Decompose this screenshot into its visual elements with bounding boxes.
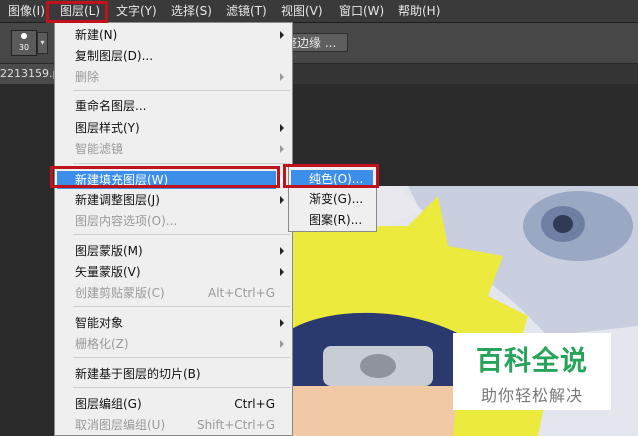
submenu-arrow-icon bbox=[280, 196, 284, 204]
menu-item-new-adjustment-layer[interactable]: 新建调整图层(J) bbox=[75, 192, 160, 208]
brush-size-value: 30 bbox=[18, 43, 30, 52]
brush-preset-picker[interactable]: 30 bbox=[11, 30, 37, 56]
menu-separator bbox=[73, 90, 290, 91]
annotation-highlight-solid-color bbox=[283, 164, 379, 188]
submenu-arrow-icon bbox=[280, 145, 284, 153]
watermark-title: 百科全说 bbox=[476, 346, 588, 377]
menu-view[interactable]: 视图(V) bbox=[281, 3, 323, 19]
menu-item-rename-layer[interactable]: 重命名图层... bbox=[75, 98, 146, 114]
document-tab-label: 2213159.pn bbox=[0, 67, 60, 80]
shortcut-create-clipping-mask: Alt+Ctrl+G bbox=[207, 286, 275, 300]
menu-separator bbox=[73, 387, 290, 388]
menu-select[interactable]: 选择(S) bbox=[171, 3, 212, 19]
submenu-item-pattern[interactable]: 图案(R)... bbox=[309, 212, 362, 228]
document-tab[interactable]: 2213159.pn bbox=[0, 64, 60, 84]
menu-window[interactable]: 窗口(W) bbox=[339, 3, 384, 19]
menu-item-smart-object[interactable]: 智能对象 bbox=[75, 315, 123, 331]
brush-tip-icon bbox=[21, 33, 27, 39]
brush-dropdown-button[interactable]: ▾ bbox=[37, 32, 48, 54]
submenu-arrow-icon bbox=[280, 247, 284, 255]
submenu-arrow-icon bbox=[280, 319, 284, 327]
menu-item-layer-mask[interactable]: 图层蒙版(M) bbox=[75, 243, 143, 259]
menu-item-layer-content-options[interactable]: 图层内容选项(O)... bbox=[75, 213, 177, 229]
submenu-arrow-icon bbox=[280, 73, 284, 81]
menu-item-rasterize[interactable]: 栅格化(Z) bbox=[75, 336, 129, 352]
menu-filter[interactable]: 滤镜(T) bbox=[226, 3, 267, 19]
submenu-item-gradient[interactable]: 渐变(G)... bbox=[309, 191, 363, 207]
shortcut-ungroup-layers: Shift+Ctrl+G bbox=[196, 418, 275, 432]
layer-menu-dropdown: 新建(N) 复制图层(D)... 删除 重命名图层... 图层样式(Y) 智能滤… bbox=[54, 22, 293, 436]
submenu-arrow-icon bbox=[280, 268, 284, 276]
menu-image[interactable]: 图像(I) bbox=[8, 3, 45, 19]
menu-help[interactable]: 帮助(H) bbox=[398, 3, 440, 19]
menu-separator bbox=[73, 163, 290, 164]
menu-item-smart-filter[interactable]: 智能滤镜 bbox=[75, 141, 123, 157]
submenu-arrow-icon bbox=[280, 124, 284, 132]
submenu-arrow-icon bbox=[280, 31, 284, 39]
annotation-highlight-new-fill-layer bbox=[50, 166, 280, 188]
menu-item-new-layer-based-slice[interactable]: 新建基于图层的切片(B) bbox=[75, 366, 201, 382]
annotation-highlight-layer-menu bbox=[46, 1, 108, 23]
menu-item-create-clipping-mask[interactable]: 创建剪贴蒙版(C) bbox=[75, 285, 165, 301]
watermark-subtitle: 助你轻松解决 bbox=[480, 386, 583, 405]
menu-separator bbox=[73, 357, 290, 358]
menu-type[interactable]: 文字(Y) bbox=[116, 3, 157, 19]
menu-item-ungroup-layers[interactable]: 取消图层编组(U) bbox=[75, 417, 165, 433]
watermark-logo: 百科全说 助你轻松解决 bbox=[453, 333, 611, 410]
menu-separator bbox=[73, 306, 290, 307]
submenu-arrow-icon bbox=[280, 340, 284, 348]
menu-item-duplicate-layer[interactable]: 复制图层(D)... bbox=[75, 48, 153, 64]
shortcut-group-layers: Ctrl+G bbox=[234, 397, 275, 411]
menu-item-group-layers[interactable]: 图层编组(G) bbox=[75, 396, 142, 412]
menu-item-layer-style[interactable]: 图层样式(Y) bbox=[75, 120, 140, 136]
menu-item-vector-mask[interactable]: 矢量蒙版(V) bbox=[75, 264, 141, 280]
menu-separator bbox=[73, 234, 290, 235]
menu-item-new[interactable]: 新建(N) bbox=[75, 27, 117, 43]
menu-item-delete[interactable]: 删除 bbox=[75, 69, 99, 85]
